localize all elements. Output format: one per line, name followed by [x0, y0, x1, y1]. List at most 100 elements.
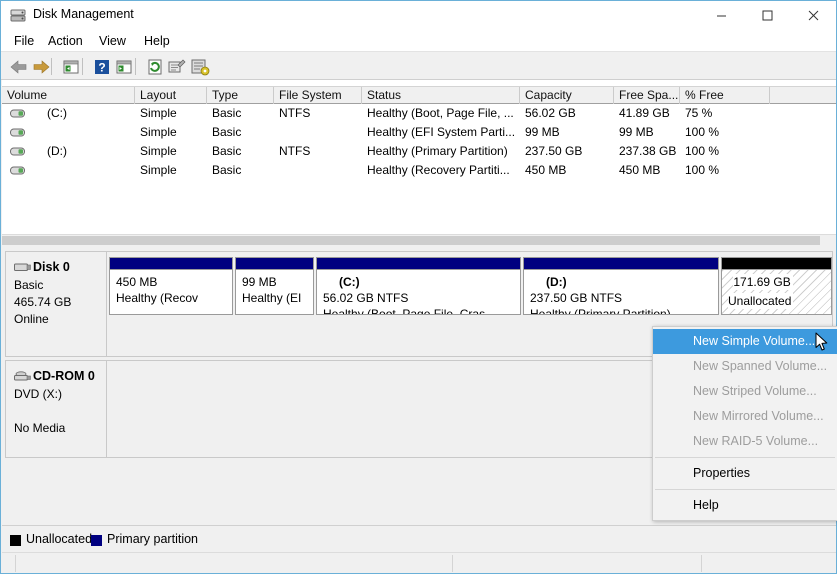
close-icon	[808, 10, 819, 21]
drive-icon	[10, 165, 25, 176]
cell-percent-free: 100 %	[685, 161, 770, 180]
cell-type: Basic	[212, 142, 274, 161]
table-row[interactable]: (C:) Simple Basic NTFS Healthy (Boot, Pa…	[2, 104, 836, 123]
disk-info-disk0[interactable]: Disk 0 Basic 465.74 GB Online	[5, 251, 107, 357]
partition-size: 450 MB	[116, 274, 226, 290]
partition-recovery[interactable]: 450 MB Healthy (Recov	[109, 257, 233, 315]
cell-percent-free: 100 %	[685, 142, 770, 161]
menu-item-new-simple-volume[interactable]: New Simple Volume...	[653, 329, 837, 354]
properties-icon[interactable]	[167, 57, 187, 77]
column-header-layout[interactable]: Layout	[135, 87, 207, 104]
table-row[interactable]: Simple Basic Healthy (EFI System Parti..…	[2, 123, 836, 142]
cell-file-system: NTFS	[279, 142, 362, 161]
partition-status: Healthy (Primary Partition)	[530, 306, 712, 315]
cell-capacity: 450 MB	[525, 161, 614, 180]
partition-color-bar	[721, 257, 832, 270]
menu-item-new-mirrored-volume: New Mirrored Volume...	[653, 404, 837, 429]
legend-swatch-primary-partition	[91, 535, 102, 546]
partition-color-bar	[316, 257, 521, 270]
cell-volume: (D:)	[47, 142, 135, 161]
close-button[interactable]	[790, 1, 836, 30]
volume-list-horizontal-scrollbar[interactable]	[2, 234, 836, 245]
toolbar: ?	[1, 53, 836, 80]
disk-size: 465.74 GB	[14, 295, 71, 309]
scrollbar-thumb[interactable]	[2, 236, 820, 245]
column-header-percent-free[interactable]: % Free	[680, 87, 770, 104]
disk-media: DVD (X:)	[14, 387, 62, 401]
table-row[interactable]: Simple Basic Healthy (Recovery Partiti..…	[2, 161, 836, 180]
disk-management-icon	[10, 8, 26, 23]
column-header-volume[interactable]: Volume	[2, 87, 135, 104]
minimize-button[interactable]	[698, 1, 744, 30]
partition-c[interactable]: (C:) 56.02 GB NTFS Healthy (Boot, Page F…	[316, 257, 521, 315]
volume-list-header: Volume Layout Type File System Status Ca…	[2, 86, 836, 104]
legend-label-unallocated: Unallocated	[26, 532, 92, 546]
table-row[interactable]: (D:) Simple Basic NTFS Healthy (Primary …	[2, 142, 836, 161]
hard-disk-icon	[14, 262, 31, 273]
cell-volume: (C:)	[47, 104, 135, 123]
scrollbar-track-right[interactable]	[825, 236, 836, 245]
partition-d[interactable]: (D:) 237.50 GB NTFS Healthy (Primary Par…	[523, 257, 719, 315]
menu-item-properties[interactable]: Properties	[653, 461, 837, 486]
cdrom-icon	[14, 371, 31, 382]
partition-color-bar	[523, 257, 719, 270]
disk-info-cdrom0[interactable]: CD-ROM 0 DVD (X:) No Media	[5, 360, 107, 458]
menu-view[interactable]: View	[94, 33, 131, 49]
status-segment-4	[702, 555, 836, 572]
partition-status: Healthy (EI	[242, 290, 307, 306]
drive-icon	[10, 127, 25, 138]
menu-separator	[655, 489, 835, 490]
menu-item-help[interactable]: Help	[653, 493, 837, 518]
cell-free-space: 450 MB	[619, 161, 680, 180]
partition-body: 171.69 GB Unallocated	[722, 270, 831, 314]
partition-size: 237.50 GB NTFS	[530, 290, 712, 306]
column-header-capacity[interactable]: Capacity	[520, 87, 614, 104]
status-segment-3	[453, 555, 702, 572]
cell-free-space: 237.38 GB	[619, 142, 680, 161]
disk-status: Online	[14, 312, 49, 326]
disk-type: Basic	[14, 278, 43, 292]
forward-icon[interactable]	[31, 57, 51, 77]
back-icon[interactable]	[9, 57, 29, 77]
toolbar-separator	[82, 58, 83, 75]
menu-item-new-raid5-volume: New RAID-5 Volume...	[653, 429, 837, 454]
toolbar-separator	[51, 58, 52, 75]
cell-type: Basic	[212, 123, 274, 142]
column-header-type[interactable]: Type	[207, 87, 274, 104]
cell-status: Healthy (EFI System Parti...	[367, 123, 520, 142]
partition-efi[interactable]: 99 MB Healthy (EI	[235, 257, 314, 315]
menu-action[interactable]: Action	[43, 33, 88, 49]
cell-layout: Simple	[140, 104, 207, 123]
menu-help[interactable]: Help	[139, 33, 175, 49]
partition-color-bar	[235, 257, 314, 270]
partition-body: 99 MB Healthy (EI	[236, 270, 313, 314]
cell-status: Healthy (Recovery Partiti...	[367, 161, 520, 180]
cell-layout: Simple	[140, 142, 207, 161]
menu-item-new-striped-volume: New Striped Volume...	[653, 379, 837, 404]
legend: Unallocated Primary partition	[2, 525, 836, 551]
cell-percent-free: 100 %	[685, 123, 770, 142]
partition-status: Healthy (Boot, Page File, Cras	[323, 306, 514, 315]
disk-status: No Media	[14, 421, 65, 435]
show-hide-console-tree-icon[interactable]	[61, 57, 81, 77]
rescan-disks-icon[interactable]	[190, 57, 210, 77]
help-icon[interactable]: ?	[92, 57, 112, 77]
column-header-free-space[interactable]: Free Spa...	[614, 87, 680, 104]
cell-free-space: 99 MB	[619, 123, 680, 142]
partition-size: 99 MB	[242, 274, 307, 290]
show-hide-action-pane-icon[interactable]	[114, 57, 134, 77]
column-header-status[interactable]: Status	[362, 87, 520, 104]
drive-icon	[10, 146, 25, 157]
refresh-icon[interactable]	[145, 57, 165, 77]
menu-file[interactable]: File	[9, 33, 39, 49]
partition-unallocated[interactable]: 171.69 GB Unallocated	[721, 257, 832, 315]
partition-status: Healthy (Recov	[116, 290, 226, 306]
svg-text:?: ?	[98, 61, 105, 75]
column-header-file-system[interactable]: File System	[274, 87, 362, 104]
partition-color-bar	[109, 257, 233, 270]
window-title: Disk Management	[33, 7, 134, 21]
legend-label-primary-partition: Primary partition	[107, 532, 198, 546]
cell-layout: Simple	[140, 161, 207, 180]
maximize-button[interactable]	[744, 1, 790, 30]
title-bar: Disk Management	[1, 1, 836, 30]
